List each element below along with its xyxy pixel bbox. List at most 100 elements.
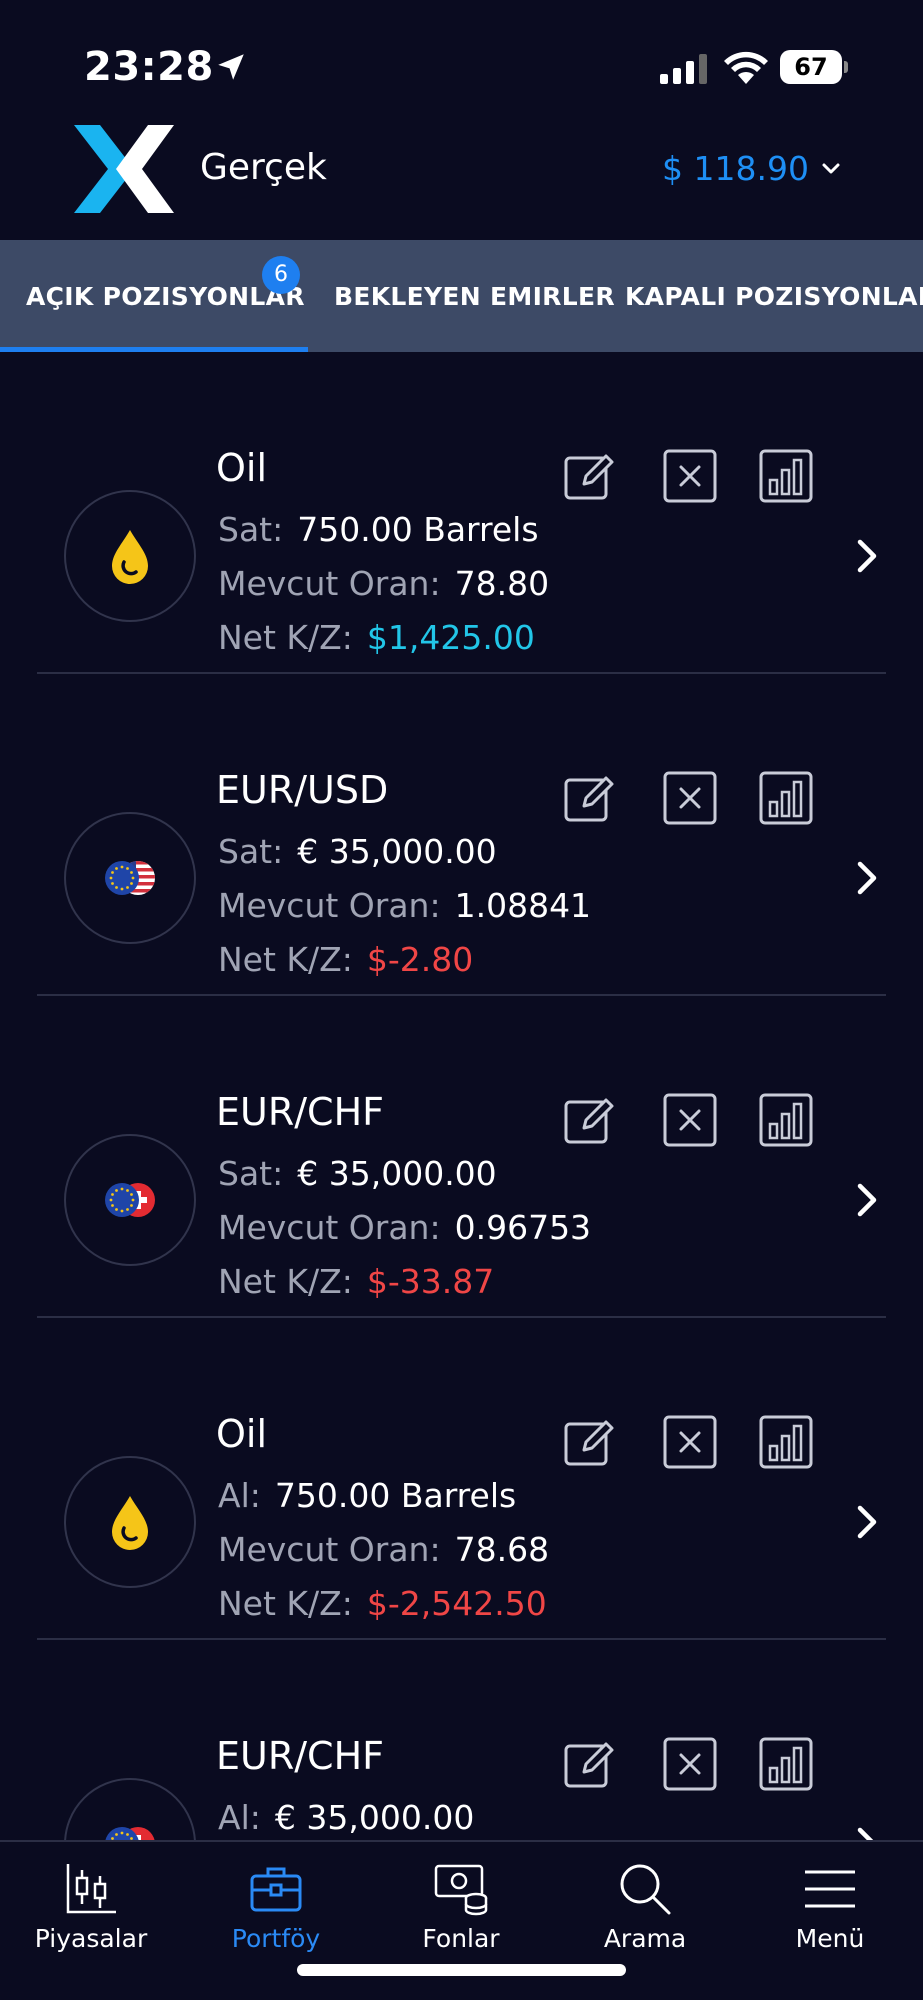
chevron-right-icon[interactable] — [850, 1824, 884, 1840]
chevron-right-icon[interactable] — [850, 1502, 884, 1542]
close-position-icon[interactable] — [662, 770, 718, 826]
position-row[interactable]: EUR/USD Sat: € 35,000.00 Mevcut Oran: 1.08… — [0, 674, 923, 996]
battery-level: 67 — [780, 50, 842, 84]
bar-chart-icon[interactable] — [758, 1736, 814, 1792]
position-row[interactable]: EUR/CHF Al: € 35,000.00 — [0, 1640, 923, 1840]
eur-chf-flags-icon — [105, 1183, 155, 1217]
close-position-icon[interactable] — [662, 1092, 718, 1148]
app-header: Gerçek $ 118.90 — [0, 115, 923, 240]
edit-icon[interactable] — [562, 770, 618, 826]
position-row[interactable]: Oil Sat: 750.00 Barrels Mevcut Oran: 78.80… — [0, 352, 923, 674]
edit-icon[interactable] — [562, 1414, 618, 1470]
hamburger-menu-icon — [805, 1870, 855, 1908]
wifi-icon — [724, 51, 768, 84]
edit-icon[interactable] — [562, 1736, 618, 1792]
edit-icon[interactable] — [562, 448, 618, 504]
money-coins-icon — [434, 1864, 488, 1916]
pl-value: $-2,542.50 — [366, 1584, 547, 1623]
nav-funds[interactable]: Fonlar — [381, 1860, 541, 1953]
chevron-right-icon[interactable] — [850, 536, 884, 576]
pl-value: $-2.80 — [366, 940, 474, 979]
rate-label: Mevcut Oran: — [218, 564, 441, 603]
brand-logo-icon — [74, 125, 174, 213]
bar-chart-icon[interactable] — [758, 770, 814, 826]
amount-value: € 35,000.00 — [274, 1798, 475, 1837]
position-pl-line: Net K/Z: $1,425.00 — [218, 618, 535, 657]
bar-chart-icon[interactable] — [758, 1092, 814, 1148]
positions-list[interactable]: Oil Sat: 750.00 Barrels Mevcut Oran: 78.80… — [0, 352, 923, 1840]
position-rate-line: Mevcut Oran: 78.80 — [218, 564, 549, 603]
nav-label: Menü — [795, 1924, 865, 1953]
pl-value: $1,425.00 — [366, 618, 535, 657]
side-label: Al: — [218, 1798, 261, 1837]
pl-label: Net K/Z: — [218, 618, 353, 657]
position-symbol: EUR/USD — [216, 768, 389, 812]
close-position-icon[interactable] — [662, 1736, 718, 1792]
tab-closed-positions[interactable]: KAPALI POZISYONLAR — [625, 240, 923, 352]
asset-avatar — [64, 1456, 196, 1588]
account-balance-dropdown[interactable]: $ 118.90 — [662, 149, 843, 188]
edit-icon[interactable] — [562, 1092, 618, 1148]
amount-value: € 35,000.00 — [297, 832, 497, 871]
asset-avatar — [64, 812, 196, 944]
side-label: Al: — [218, 1476, 261, 1515]
nav-label: Piyasalar — [34, 1924, 148, 1953]
balance-value: $ 118.90 — [662, 149, 809, 188]
pl-label: Net K/Z: — [218, 1262, 353, 1301]
nav-menu[interactable]: Menü — [750, 1860, 910, 1953]
app-screen: 23:28 67 Gerçek $ 118.90 AÇIK POZISYONLA… — [0, 0, 923, 2000]
rate-label: Mevcut Oran: — [218, 1208, 441, 1247]
status-bar: 23:28 67 — [0, 0, 923, 115]
position-tabs: AÇIK POZISYONLAR BEKLEYEN EMIRLER KAPALI… — [0, 240, 923, 352]
position-row[interactable]: Oil Al: 750.00 Barrels Mevcut Oran: 78.68 … — [0, 1318, 923, 1640]
tab-pending-orders[interactable]: BEKLEYEN EMIRLER — [334, 240, 615, 352]
oil-drop-icon — [112, 530, 148, 584]
pl-value: $-33.87 — [366, 1262, 495, 1301]
amount-value: 750.00 Barrels — [297, 510, 539, 549]
position-amount-line: Al: 750.00 Barrels — [218, 1476, 516, 1515]
battery-icon: 67 — [780, 50, 848, 84]
eur-chf-flags-icon — [105, 1827, 155, 1840]
rate-label: Mevcut Oran: — [218, 1530, 441, 1569]
status-time: 23:28 — [84, 44, 214, 90]
position-rate-line: Mevcut Oran: 0.96753 — [218, 1208, 591, 1247]
briefcase-icon — [250, 1867, 302, 1912]
chevron-right-icon[interactable] — [850, 858, 884, 898]
position-symbol: Oil — [216, 1412, 268, 1456]
candlestick-chart-icon — [66, 1864, 116, 1914]
asset-avatar — [64, 490, 196, 622]
position-pl-line: Net K/Z: $-2,542.50 — [218, 1584, 547, 1623]
rate-value: 1.08841 — [454, 886, 592, 925]
rate-value: 78.68 — [454, 1530, 550, 1569]
home-indicator[interactable] — [297, 1964, 626, 1976]
close-position-icon[interactable] — [662, 1414, 718, 1470]
search-icon — [620, 1864, 671, 1915]
tab-open-positions[interactable]: AÇIK POZISYONLAR — [26, 240, 305, 352]
close-position-icon[interactable] — [662, 448, 718, 504]
eur-usd-flags-icon — [105, 861, 155, 895]
rate-value: 0.96753 — [454, 1208, 592, 1247]
side-label: Sat: — [218, 832, 284, 871]
account-type-label: Gerçek — [200, 147, 327, 188]
position-amount-line: Al: € 35,000.00 — [218, 1798, 474, 1837]
position-symbol: EUR/CHF — [216, 1734, 384, 1778]
chevron-right-icon[interactable] — [850, 1180, 884, 1220]
nav-search[interactable]: Arama — [565, 1860, 725, 1953]
nav-markets[interactable]: Piyasalar — [11, 1860, 171, 1953]
pl-label: Net K/Z: — [218, 940, 353, 979]
chevron-down-icon — [822, 163, 840, 173]
nav-label: Arama — [603, 1924, 687, 1953]
nav-portfolio[interactable]: Portföy — [196, 1860, 356, 1953]
bar-chart-icon[interactable] — [758, 1414, 814, 1470]
position-row[interactable]: EUR/CHF Sat: € 35,000.00 Mevcut Oran: 0.96… — [0, 996, 923, 1318]
location-arrow-icon — [218, 54, 244, 80]
position-rate-line: Mevcut Oran: 1.08841 — [218, 886, 591, 925]
oil-drop-icon — [112, 1496, 148, 1550]
rate-label: Mevcut Oran: — [218, 886, 441, 925]
asset-avatar — [64, 1134, 196, 1266]
rate-value: 78.80 — [454, 564, 550, 603]
nav-label: Fonlar — [422, 1924, 500, 1953]
bar-chart-icon[interactable] — [758, 448, 814, 504]
amount-value: € 35,000.00 — [297, 1154, 497, 1193]
bottom-navigation: Piyasalar Portföy Fonlar Arama Menü — [0, 1840, 923, 2000]
